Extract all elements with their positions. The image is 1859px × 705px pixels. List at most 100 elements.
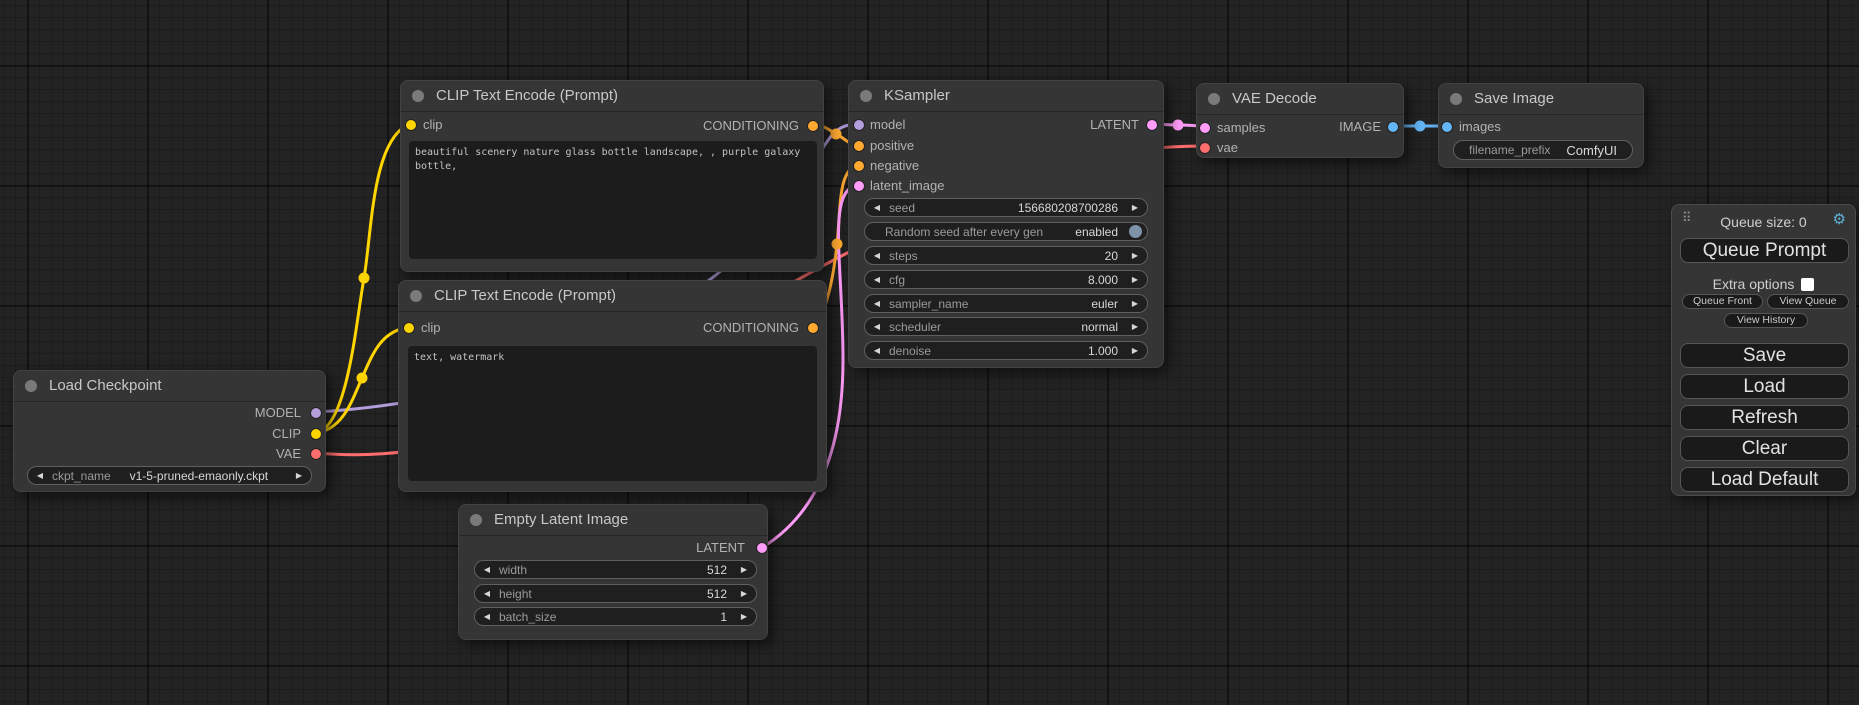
node-vae-decode[interactable]: VAE Decode samples vae IMAGE — [1196, 83, 1404, 158]
node-empty-latent-image[interactable]: Empty Latent Image LATENT ◀ width 512 ▶ … — [458, 504, 768, 640]
next-value-arrow-icon[interactable]: ▶ — [1123, 299, 1147, 308]
decrement-arrow-icon[interactable]: ◀ — [865, 275, 889, 284]
widget-value[interactable]: 156680208700286 — [915, 201, 1123, 215]
widget-value[interactable]: 8.000 — [905, 273, 1123, 287]
increment-arrow-icon[interactable]: ▶ — [1123, 203, 1147, 212]
input-port-clip[interactable] — [404, 323, 414, 333]
decrement-arrow-icon[interactable]: ◀ — [475, 565, 499, 574]
prompt-textarea[interactable]: text, watermark — [408, 346, 817, 481]
node-title-bar[interactable]: Empty Latent Image — [459, 505, 767, 536]
random-seed-toggle-widget[interactable]: Random seed after every gen enabled — [864, 222, 1148, 241]
node-title-bar[interactable]: CLIP Text Encode (Prompt) — [401, 81, 823, 112]
prev-value-arrow-icon[interactable]: ◀ — [865, 299, 889, 308]
output-port-latent[interactable] — [1147, 120, 1157, 130]
clear-button[interactable]: Clear — [1680, 436, 1849, 461]
collapse-dot-icon[interactable] — [470, 514, 482, 526]
node-clip-text-encode-negative[interactable]: CLIP Text Encode (Prompt) clip CONDITION… — [398, 280, 827, 492]
ckpt-name-widget[interactable]: ◀ ckpt_name v1-5-pruned-emaonly.ckpt ▶ — [27, 466, 312, 485]
input-port-samples[interactable] — [1200, 123, 1210, 133]
input-port-model[interactable] — [854, 120, 864, 130]
cfg-widget[interactable]: ◀ cfg 8.000 ▶ — [864, 270, 1148, 289]
output-port-vae[interactable] — [311, 449, 321, 459]
input-port-clip[interactable] — [406, 120, 416, 130]
decrement-arrow-icon[interactable]: ◀ — [475, 612, 499, 621]
collapse-dot-icon[interactable] — [860, 90, 872, 102]
extra-options-checkbox[interactable] — [1801, 278, 1814, 291]
prev-value-arrow-icon[interactable]: ◀ — [865, 322, 889, 331]
widget-value[interactable]: 1 — [556, 610, 732, 624]
increment-arrow-icon[interactable]: ▶ — [1123, 346, 1147, 355]
wire-dot — [1173, 120, 1184, 131]
widget-value[interactable]: enabled — [1043, 225, 1123, 239]
save-button[interactable]: Save — [1680, 343, 1849, 368]
node-save-image[interactable]: Save Image images filename_prefix ComfyU… — [1438, 83, 1644, 168]
widget-value[interactable]: 512 — [527, 563, 732, 577]
widget-value[interactable]: 1.000 — [931, 344, 1123, 358]
node-title-bar[interactable]: KSampler — [849, 81, 1163, 112]
output-port-image[interactable] — [1388, 122, 1398, 132]
toggle-knob-icon[interactable] — [1129, 225, 1142, 238]
load-button[interactable]: Load — [1680, 374, 1849, 399]
collapse-dot-icon[interactable] — [1450, 93, 1462, 105]
widget-label: scheduler — [889, 320, 941, 334]
widget-value[interactable]: euler — [968, 297, 1123, 311]
filename-prefix-widget[interactable]: filename_prefix ComfyUI — [1453, 140, 1633, 160]
node-clip-text-encode-positive[interactable]: CLIP Text Encode (Prompt) clip CONDITION… — [400, 80, 824, 272]
node-title-bar[interactable]: VAE Decode — [1197, 84, 1403, 115]
load-default-button[interactable]: Load Default — [1680, 467, 1849, 492]
node-title-bar[interactable]: Load Checkpoint — [14, 371, 325, 402]
node-title-bar[interactable]: Save Image — [1439, 84, 1643, 115]
widget-value[interactable]: normal — [941, 320, 1123, 334]
prompt-textarea[interactable]: beautiful scenery nature glass bottle la… — [409, 141, 817, 259]
decrement-arrow-icon[interactable]: ◀ — [865, 251, 889, 260]
output-port-conditioning[interactable] — [808, 121, 818, 131]
input-port-images[interactable] — [1442, 122, 1452, 132]
queue-prompt-button[interactable]: Queue Prompt — [1680, 238, 1849, 263]
view-history-button[interactable]: View History — [1724, 313, 1808, 328]
increment-arrow-icon[interactable]: ▶ — [732, 612, 756, 621]
next-value-arrow-icon[interactable]: ▶ — [287, 471, 311, 480]
sampler-name-widget[interactable]: ◀ sampler_name euler ▶ — [864, 294, 1148, 313]
increment-arrow-icon[interactable]: ▶ — [1123, 251, 1147, 260]
collapse-dot-icon[interactable] — [412, 90, 424, 102]
refresh-button[interactable]: Refresh — [1680, 405, 1849, 430]
input-port-latent-image[interactable] — [854, 181, 864, 191]
prev-value-arrow-icon[interactable]: ◀ — [28, 471, 52, 480]
batch-size-widget[interactable]: ◀ batch_size 1 ▶ — [474, 607, 757, 626]
node-ksampler[interactable]: KSampler model positive negative latent_… — [848, 80, 1164, 368]
output-port-conditioning[interactable] — [808, 323, 818, 333]
widget-value[interactable]: v1-5-pruned-emaonly.ckpt — [111, 469, 287, 483]
settings-gear-icon[interactable]: ⚙ — [1833, 212, 1846, 227]
next-value-arrow-icon[interactable]: ▶ — [1123, 322, 1147, 331]
decrement-arrow-icon[interactable]: ◀ — [865, 346, 889, 355]
node-title-bar[interactable]: CLIP Text Encode (Prompt) — [399, 281, 826, 312]
widget-value[interactable]: 20 — [918, 249, 1123, 263]
seed-widget[interactable]: ◀ seed 156680208700286 ▶ — [864, 198, 1148, 217]
increment-arrow-icon[interactable]: ▶ — [1123, 275, 1147, 284]
input-port-positive[interactable] — [854, 141, 864, 151]
widget-value[interactable]: ComfyUI — [1566, 143, 1617, 158]
output-port-clip[interactable] — [311, 429, 321, 439]
decrement-arrow-icon[interactable]: ◀ — [865, 203, 889, 212]
input-port-negative[interactable] — [854, 161, 864, 171]
increment-arrow-icon[interactable]: ▶ — [732, 565, 756, 574]
node-title: Empty Latent Image — [494, 511, 628, 528]
collapse-dot-icon[interactable] — [25, 380, 37, 392]
input-port-vae[interactable] — [1200, 143, 1210, 153]
increment-arrow-icon[interactable]: ▶ — [732, 589, 756, 598]
output-port-model[interactable] — [311, 408, 321, 418]
output-port-latent[interactable] — [757, 543, 767, 553]
denoise-widget[interactable]: ◀ denoise 1.000 ▶ — [864, 341, 1148, 360]
node-load-checkpoint[interactable]: Load Checkpoint MODEL CLIP VAE ◀ ckpt_na… — [13, 370, 326, 492]
queue-front-button[interactable]: Queue Front — [1682, 294, 1763, 309]
width-widget[interactable]: ◀ width 512 ▶ — [474, 560, 757, 579]
decrement-arrow-icon[interactable]: ◀ — [475, 589, 499, 598]
steps-widget[interactable]: ◀ steps 20 ▶ — [864, 246, 1148, 265]
view-queue-button[interactable]: View Queue — [1767, 294, 1849, 309]
scheduler-widget[interactable]: ◀ scheduler normal ▶ — [864, 317, 1148, 336]
node-graph-canvas[interactable]: Load Checkpoint MODEL CLIP VAE ◀ ckpt_na… — [0, 0, 1859, 705]
height-widget[interactable]: ◀ height 512 ▶ — [474, 584, 757, 603]
widget-value[interactable]: 512 — [532, 587, 732, 601]
collapse-dot-icon[interactable] — [410, 290, 422, 302]
collapse-dot-icon[interactable] — [1208, 93, 1220, 105]
